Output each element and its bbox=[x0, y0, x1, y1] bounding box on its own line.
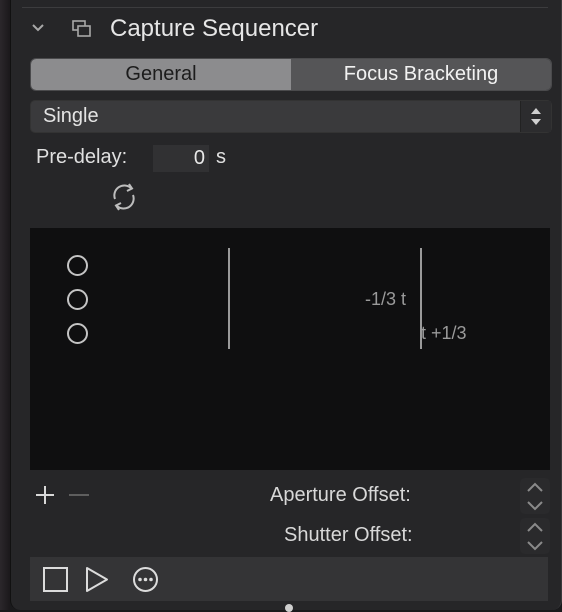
panel-header: Capture Sequencer bbox=[22, 12, 522, 46]
detach-window-icon[interactable] bbox=[72, 20, 92, 38]
resize-handle[interactable] bbox=[285, 604, 293, 612]
step-radio-3[interactable] bbox=[67, 323, 88, 344]
predelay-unit: s bbox=[216, 146, 226, 168]
panel-title: Capture Sequencer bbox=[110, 15, 319, 42]
offset-label-minus: -1/3 t bbox=[365, 289, 407, 309]
shutter-offset-stepper[interactable] bbox=[520, 518, 550, 554]
timeline-marker bbox=[228, 248, 230, 349]
chevron-up-down-icon bbox=[527, 522, 543, 551]
step-radio-1[interactable] bbox=[67, 255, 88, 276]
minus-icon[interactable] bbox=[68, 484, 90, 506]
mode-dropdown-value: Single bbox=[43, 105, 99, 127]
stop-icon[interactable] bbox=[42, 566, 69, 593]
aperture-offset-label: Aperture Offset: bbox=[270, 484, 411, 506]
shutter-offset-label: Shutter Offset: bbox=[284, 524, 413, 546]
playback-toolbar bbox=[30, 557, 548, 601]
chevron-down-icon[interactable] bbox=[30, 20, 46, 36]
predelay-label: Pre-delay: bbox=[36, 146, 128, 168]
window-edge bbox=[0, 0, 10, 610]
panel-divider bbox=[22, 7, 548, 8]
play-icon[interactable] bbox=[83, 566, 110, 593]
mode-dropdown[interactable]: Single bbox=[30, 100, 552, 133]
more-icon[interactable] bbox=[132, 566, 159, 593]
segmented-tabs: General Focus Bracketing bbox=[30, 58, 552, 91]
plus-icon[interactable] bbox=[34, 484, 56, 506]
predelay-input[interactable] bbox=[153, 145, 209, 172]
offset-label-plus: t +1/3 bbox=[421, 323, 467, 343]
refresh-icon[interactable] bbox=[109, 181, 139, 213]
chevron-up-down-icon bbox=[527, 482, 543, 511]
chevron-up-down-icon bbox=[531, 108, 541, 125]
aperture-offset-stepper[interactable] bbox=[520, 478, 550, 514]
tab-general[interactable]: General bbox=[31, 59, 291, 90]
sequence-list[interactable]: -1/3 t t +1/3 bbox=[30, 228, 550, 470]
dropdown-arrows[interactable] bbox=[520, 101, 551, 132]
step-radio-2[interactable] bbox=[67, 289, 88, 310]
tab-focus-bracketing[interactable]: Focus Bracketing bbox=[291, 59, 551, 90]
